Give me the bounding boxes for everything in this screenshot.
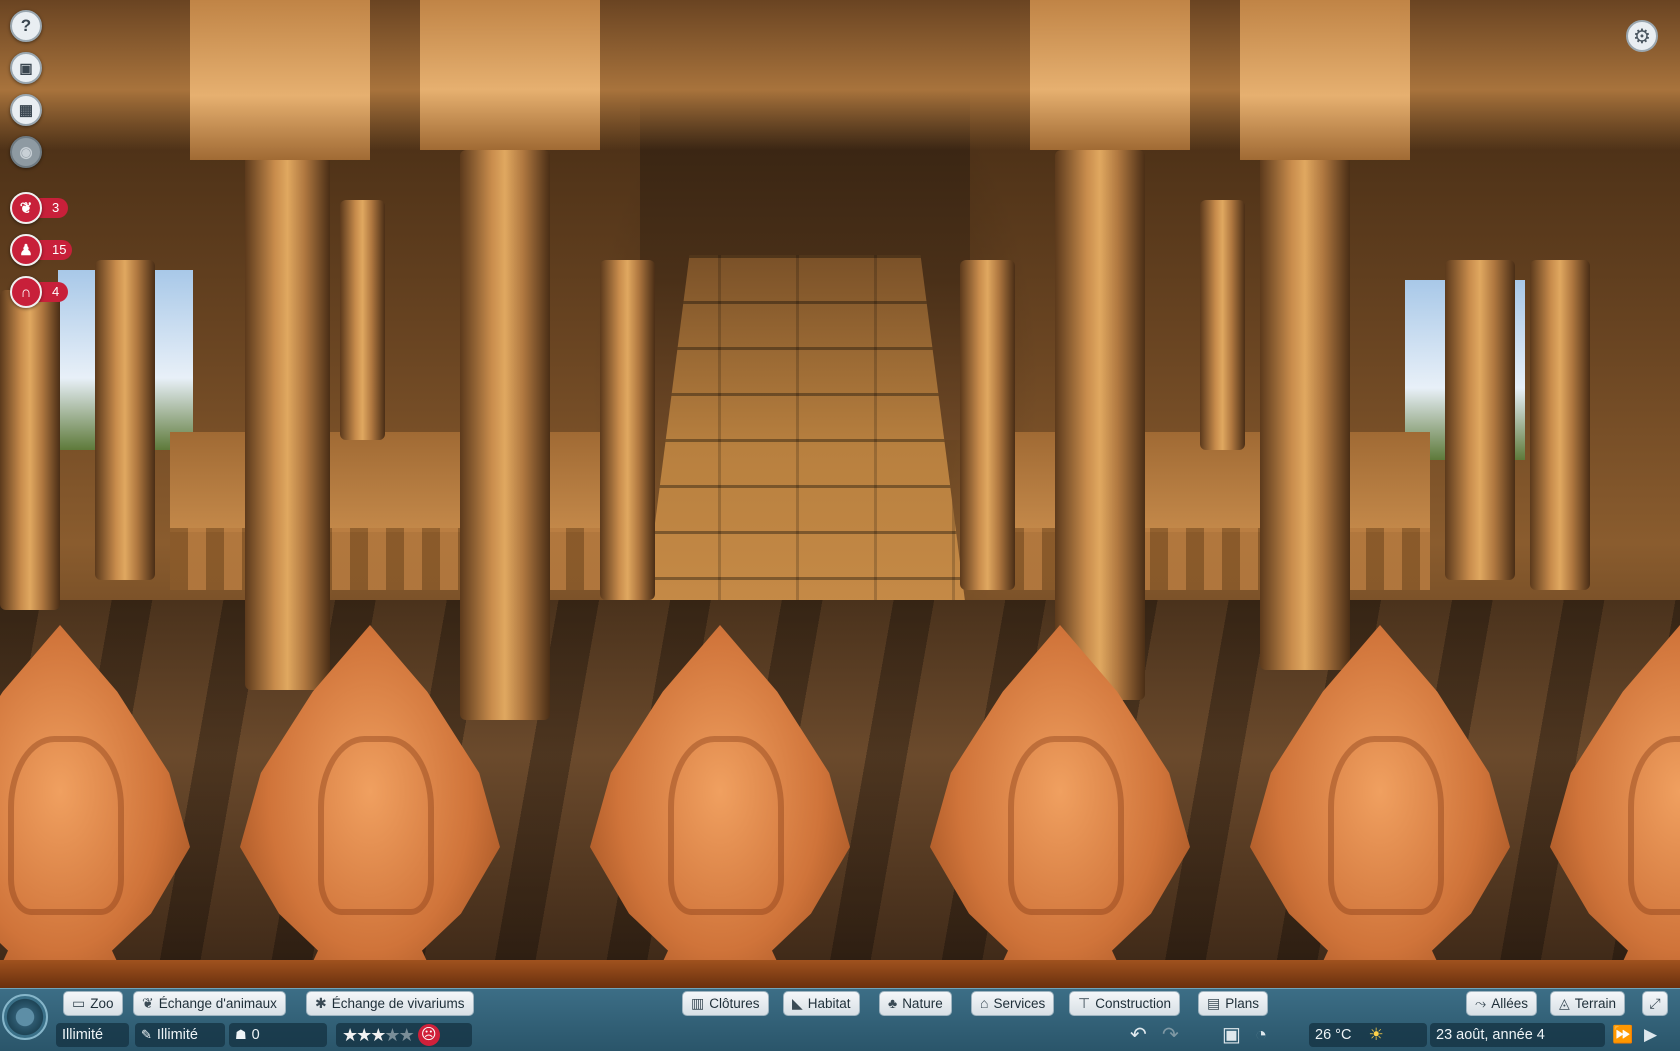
animal-exchange-button[interactable]: ❦ Échange d'animaux [133, 991, 286, 1016]
column [1445, 260, 1515, 580]
habitat-button[interactable]: ◣ Habitat [783, 991, 860, 1016]
sun-icon: ☀ [1368, 1025, 1384, 1044]
photo-mode-button[interactable]: ▣ [1222, 1023, 1241, 1047]
tv-icon: ▭ [72, 995, 86, 1011]
staff-icon: ∩ [20, 283, 32, 301]
date-display: 23 août, année 4 [1430, 1023, 1605, 1047]
column [0, 290, 60, 610]
time-of-day-button[interactable]: ◔ [1255, 1023, 1267, 1047]
star-filled-icon: ★ [370, 1025, 386, 1045]
star-filled-icon: ★ [342, 1025, 358, 1045]
gear-icon: ⚙ [1633, 25, 1651, 48]
blueprints-button[interactable]: ▤ Plans [1198, 991, 1269, 1016]
column [600, 260, 655, 600]
eye-icon: ◉ [19, 144, 33, 161]
help-icon: ? [20, 16, 32, 35]
camera-icon: ▣ [1222, 1024, 1241, 1046]
terrain-button[interactable]: ◬ Terrain [1550, 991, 1626, 1016]
frieze-left [170, 528, 640, 590]
column-capital [190, 0, 370, 160]
column [340, 200, 385, 440]
column-capital [1240, 0, 1410, 160]
paths-button[interactable]: ⤳ Allées [1466, 991, 1537, 1016]
column [245, 150, 330, 690]
fences-button[interactable]: ▥ Clôtures [682, 991, 769, 1016]
frieze-right [970, 528, 1430, 590]
money-display[interactable]: Illimité [56, 1023, 129, 1047]
column-capital [1030, 0, 1190, 150]
bug-icon: ✱ [315, 995, 327, 1011]
paw-frame-icon: ▣ [19, 59, 33, 76]
habitat-icon: ◣ [792, 995, 803, 1011]
main-menu-button[interactable] [2, 994, 48, 1040]
column [1260, 150, 1350, 670]
fast-forward-button[interactable]: ⏩ [1612, 1023, 1633, 1047]
path-icon: ⤳ [1475, 995, 1487, 1011]
services-button[interactable]: ⌂ Services [971, 991, 1055, 1016]
column [960, 260, 1015, 590]
column-capital [420, 0, 600, 150]
paw-icon: ❦ [19, 200, 33, 217]
guest-count-display[interactable]: ☗ 0 [229, 1023, 327, 1047]
undo-button[interactable]: ↶ [1130, 1023, 1147, 1047]
guest-icon: ♟ [19, 242, 33, 259]
play-icon: ▶ [1644, 1025, 1658, 1044]
undo-icon: ↶ [1130, 1024, 1147, 1046]
vision-button[interactable]: ◉ [10, 136, 42, 168]
blueprint-icon: ▤ [1207, 995, 1221, 1011]
railing-base [0, 960, 1680, 988]
terrain-icon: ◬ [1559, 995, 1570, 1011]
settings-button[interactable]: ⚙ [1626, 20, 1658, 52]
expand-icon: ⤢ [1649, 995, 1661, 1011]
temple-staircase [640, 255, 970, 640]
guests-button[interactable]: ♟ [10, 234, 42, 266]
paw-icon: ❦ [142, 995, 154, 1011]
fast-forward-icon: ⏩ [1612, 1025, 1634, 1044]
wall-left [170, 432, 640, 532]
zoo-manager-button[interactable]: ▣ [10, 52, 42, 84]
staff-button[interactable]: ∩ [10, 276, 42, 308]
column [95, 260, 155, 580]
construction-icon: ⊤ [1078, 995, 1091, 1011]
expand-toolbar-button[interactable]: ⤢ [1642, 991, 1668, 1016]
vivarium-exchange-button[interactable]: ✱ Échange de vivariums [306, 991, 474, 1016]
zoo-rating-display[interactable]: ★★★★★ ☹ [336, 1023, 472, 1047]
redo-button[interactable]: ↷ [1162, 1023, 1179, 1047]
services-icon: ⌂ [980, 995, 989, 1011]
play-button[interactable]: ▶ [1644, 1023, 1657, 1047]
star-empty-icon: ★ [398, 1025, 415, 1045]
construction-button[interactable]: ⊤ Construction [1069, 991, 1180, 1016]
tree-icon: ♣ [888, 995, 898, 1011]
calendar-button[interactable]: ▦ [10, 94, 42, 126]
feather-icon: ✎ [141, 1027, 152, 1042]
help-button[interactable]: ? [10, 10, 42, 42]
rating-stars: ★★★★★ [342, 1023, 415, 1047]
column [1200, 200, 1245, 450]
nature-button[interactable]: ♣ Nature [879, 991, 952, 1016]
fence-icon: ▥ [691, 995, 705, 1011]
zoo-button[interactable]: ▭ Zoo [63, 991, 123, 1016]
star-empty-icon: ★ [384, 1025, 400, 1045]
sad-face-icon: ☹ [417, 1024, 440, 1046]
weather-display[interactable]: 26 °C ☀ [1309, 1023, 1427, 1047]
column [1055, 150, 1145, 700]
star-filled-icon: ★ [356, 1025, 372, 1045]
calendar-icon: ▦ [18, 102, 34, 119]
research-display[interactable]: ✎ Illimité [135, 1023, 225, 1047]
redo-icon: ↷ [1162, 1024, 1179, 1046]
game-viewport[interactable] [0, 0, 1680, 988]
guests-icon: ☗ [235, 1027, 247, 1042]
column [1530, 260, 1590, 590]
animals-button[interactable]: ❦ [10, 192, 42, 224]
column [460, 150, 550, 720]
clock-icon: ◔ [1255, 1024, 1268, 1046]
